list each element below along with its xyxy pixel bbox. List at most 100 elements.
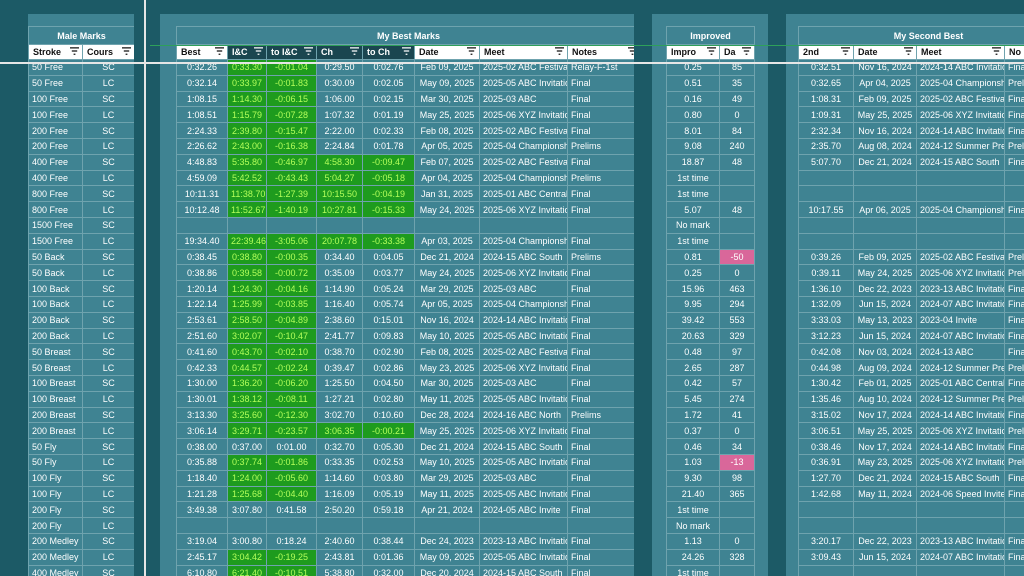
table-cell[interactable]: 1:38.12 <box>227 390 267 408</box>
table-cell[interactable] <box>798 501 854 519</box>
table-cell[interactable]: Apr 21, 2024 <box>414 501 480 519</box>
table-cell[interactable]: 0:34.40 <box>316 248 363 266</box>
table-cell[interactable]: 3:29.71 <box>227 422 267 440</box>
table-cell[interactable]: 84 <box>718 122 756 139</box>
table-cell[interactable]: 2024-07 ABC Invitational <box>916 327 1005 345</box>
column-header[interactable]: to I&C <box>266 44 317 60</box>
table-cell[interactable]: 2025-05 ABC Invitational <box>479 453 568 471</box>
table-cell[interactable]: 2.65 <box>666 359 720 376</box>
column-header[interactable]: Cours <box>82 44 134 60</box>
table-cell[interactable]: Jun 15, 2024 <box>853 548 917 566</box>
table-cell[interactable]: Final <box>566 264 634 282</box>
table-cell[interactable]: Mar 30, 2025 <box>414 374 480 392</box>
table-cell[interactable]: 0:35.88 <box>176 453 228 471</box>
table-cell[interactable]: 2024-12 Summer Prelims <box>916 390 1005 408</box>
table-cell[interactable]: 2025-02 ABC Festival <box>479 153 568 171</box>
table-cell[interactable]: 2025-02 ABC Festival <box>479 122 568 139</box>
table-cell[interactable]: 3:13.30 <box>176 406 228 424</box>
table-cell[interactable]: LC <box>82 232 134 250</box>
table-cell[interactable]: 19:34.40 <box>176 232 228 250</box>
table-cell[interactable]: 2025-01 ABC Central <box>916 374 1005 392</box>
table-cell[interactable] <box>916 216 1005 234</box>
table-cell[interactable] <box>798 169 854 187</box>
table-cell[interactable]: Prelims <box>1003 359 1024 376</box>
table-cell[interactable]: 10:17.55 <box>798 201 854 218</box>
table-cell[interactable]: 0:10.60 <box>362 406 415 424</box>
table-cell[interactable] <box>227 517 267 534</box>
table-cell[interactable]: May 23, 2025 <box>414 359 480 376</box>
table-cell[interactable]: 1:18.40 <box>176 469 228 487</box>
table-cell[interactable]: LC <box>82 422 134 440</box>
table-cell[interactable]: 20:07.78 <box>316 232 363 250</box>
table-cell[interactable]: 0:32.14 <box>176 74 228 92</box>
table-cell[interactable]: 2025-06 XYZ Invitational <box>479 201 568 218</box>
table-cell[interactable]: 2024-15 ABC South <box>916 153 1005 171</box>
table-cell[interactable]: LC <box>82 201 134 218</box>
table-cell[interactable]: 200 Back <box>28 327 83 345</box>
table-cell[interactable]: 2025-06 XYZ Invitational <box>479 106 568 124</box>
table-cell[interactable]: 1:24.30 <box>227 280 267 297</box>
table-cell[interactable]: May 11, 2025 <box>414 390 480 408</box>
table-cell[interactable]: Feb 09, 2025 <box>853 248 917 266</box>
table-cell[interactable]: 49 <box>718 90 756 108</box>
table-cell[interactable] <box>853 517 917 534</box>
table-cell[interactable]: 50 Back <box>28 248 83 266</box>
table-cell[interactable]: -0:00.21 <box>362 422 415 440</box>
table-cell[interactable]: May 24, 2025 <box>853 264 917 282</box>
table-cell[interactable]: 2025-03 ABC <box>479 280 568 297</box>
table-cell[interactable]: SC <box>82 122 134 139</box>
table-cell[interactable]: Final <box>566 327 634 345</box>
table-cell[interactable] <box>266 517 317 534</box>
column-header[interactable]: No <box>1003 44 1024 60</box>
table-cell[interactable]: Final <box>1003 311 1024 329</box>
table-cell[interactable]: Prelims <box>1003 422 1024 440</box>
table-cell[interactable]: 5:04.27 <box>316 169 363 187</box>
table-cell[interactable]: 0.37 <box>666 422 720 440</box>
table-cell[interactable]: 5.45 <box>666 390 720 408</box>
table-cell[interactable]: 1:16.09 <box>316 485 363 503</box>
table-cell[interactable]: LC <box>82 390 134 408</box>
column-header[interactable]: Ch <box>316 44 363 60</box>
table-cell[interactable]: 0:33.35 <box>316 453 363 471</box>
table-cell[interactable]: 1:14.30 <box>227 90 267 108</box>
table-cell[interactable]: -0:07.28 <box>266 106 317 124</box>
table-cell[interactable]: -0:01.86 <box>266 453 317 471</box>
table-cell[interactable] <box>916 232 1005 250</box>
table-cell[interactable]: SC <box>82 374 134 392</box>
table-cell[interactable] <box>916 564 1005 576</box>
table-cell[interactable]: Final <box>1003 295 1024 313</box>
table-cell[interactable]: 1:06.00 <box>316 90 363 108</box>
table-cell[interactable]: 0:02.15 <box>362 90 415 108</box>
column-header[interactable]: I&C <box>227 44 267 60</box>
table-cell[interactable]: Final <box>566 153 634 171</box>
table-cell[interactable]: 2:39.80 <box>227 122 267 139</box>
table-cell[interactable]: Nov 16, 2024 <box>414 311 480 329</box>
table-cell[interactable]: 1:14.60 <box>316 469 363 487</box>
table-cell[interactable]: 5:35.80 <box>227 153 267 171</box>
table-cell[interactable]: 400 Free <box>28 169 83 187</box>
table-cell[interactable]: Feb 09, 2025 <box>853 90 917 108</box>
table-cell[interactable]: Final <box>566 201 634 218</box>
table-cell[interactable] <box>362 517 415 534</box>
table-cell[interactable]: 11:38.70 <box>227 185 267 203</box>
table-cell[interactable]: Prelims <box>1003 264 1024 282</box>
table-cell[interactable]: 10:15.50 <box>316 185 363 203</box>
table-cell[interactable]: 0.81 <box>666 248 720 266</box>
table-cell[interactable]: LC <box>82 359 134 376</box>
table-cell[interactable]: Final <box>1003 327 1024 345</box>
column-header[interactable]: to Ch <box>362 44 415 60</box>
table-cell[interactable]: -0:10.47 <box>266 327 317 345</box>
table-cell[interactable] <box>479 517 568 534</box>
table-cell[interactable]: 100 Fly <box>28 485 83 503</box>
table-cell[interactable]: 4:48.83 <box>176 153 228 171</box>
table-cell[interactable] <box>853 564 917 576</box>
table-cell[interactable]: -0:05.18 <box>362 169 415 187</box>
table-cell[interactable]: 3:02.70 <box>316 406 363 424</box>
table-cell[interactable]: 2:26.62 <box>176 137 228 155</box>
table-cell[interactable]: 1:36.20 <box>227 374 267 392</box>
table-cell[interactable] <box>414 517 480 534</box>
table-cell[interactable]: 41 <box>718 406 756 424</box>
table-cell[interactable] <box>916 517 1005 534</box>
table-cell[interactable]: May 25, 2025 <box>414 422 480 440</box>
table-cell[interactable]: 0 <box>718 422 756 440</box>
